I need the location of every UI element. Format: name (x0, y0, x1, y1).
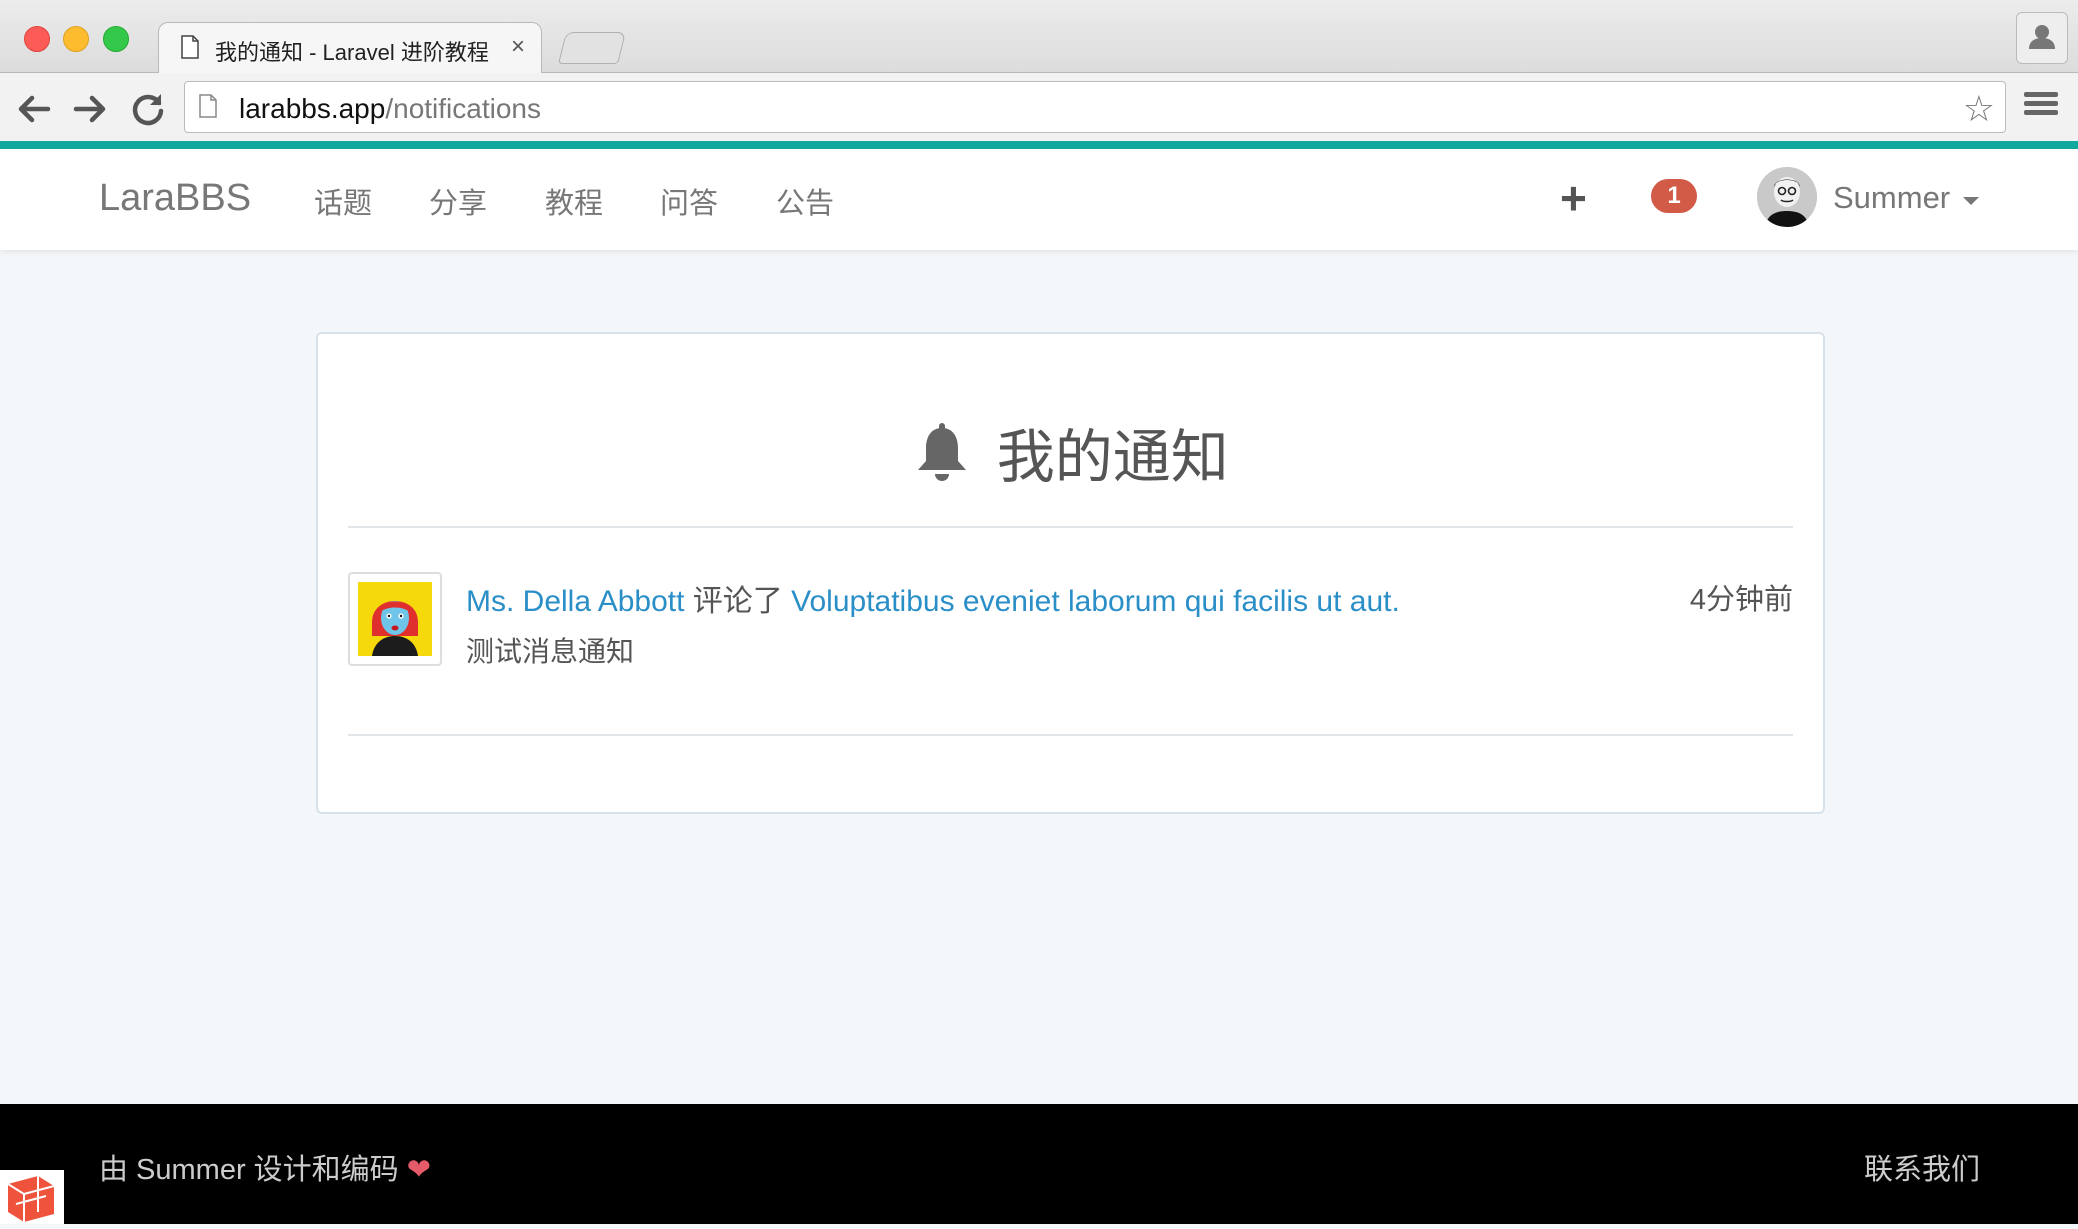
browser-chrome: 我的通知 - Laravel 进阶教程 × larabbs.app/notifi… (0, 0, 2078, 149)
page-title: 我的通知 (996, 425, 1229, 490)
site-navbar: LaraBBS 话题 分享 教程 问答 公告 + 1 Summer (0, 149, 2078, 250)
notification-text: Ms. Della Abbott 评论了 Voluptatibus evenie… (466, 576, 1400, 620)
notifications-panel: 我的通知 Ms. Della Abbott 评论了 Voluptatibus e… (316, 332, 1825, 814)
new-tab-button[interactable] (558, 32, 626, 64)
browser-menu-icon[interactable] (2024, 88, 2058, 122)
notification-action: 评论了 (692, 585, 783, 618)
tab-close-icon[interactable]: × (511, 33, 525, 61)
forward-arrow-icon[interactable] (70, 89, 110, 129)
user-name[interactable]: Summer (1833, 180, 1950, 216)
document-icon (181, 35, 199, 59)
profile-button[interactable] (2016, 12, 2068, 64)
notifier-avatar[interactable] (348, 572, 442, 666)
notification-message: 测试消息通知 (466, 636, 635, 667)
nav-item-qa[interactable]: 问答 (660, 180, 718, 222)
footer-credit-text: 由 Summer 设计和编码 (99, 1154, 399, 1186)
person-icon (2029, 25, 2055, 49)
page-icon (199, 94, 217, 118)
panel-heading: 我的通知 (318, 410, 1823, 494)
tab-strip: 我的通知 - Laravel 进阶教程 × (0, 0, 2078, 74)
topic-link[interactable]: Voluptatibus eveniet laborum qui facilis… (791, 585, 1400, 618)
footer-credit: 由 Summer 设计和编码 ❤ (99, 1146, 431, 1188)
browser-tab[interactable]: 我的通知 - Laravel 进阶教程 × (158, 22, 542, 74)
back-arrow-icon[interactable] (14, 89, 54, 129)
bell-icon (918, 423, 967, 481)
user-avatar[interactable] (1757, 167, 1817, 227)
corner-logo (0, 1170, 64, 1224)
notification-time: 4分钟前 (1689, 584, 1793, 616)
bookmark-star-icon[interactable]: ☆ (1963, 88, 1995, 130)
site-brand[interactable]: LaraBBS (99, 177, 251, 220)
close-window-button[interactable] (24, 26, 50, 52)
laravel-logo-icon (7, 1176, 55, 1222)
user-avatar-image (1757, 167, 1817, 227)
user-dropdown-caret-icon[interactable] (1963, 197, 1979, 205)
accent-bar (0, 141, 2078, 149)
notification-badge[interactable]: 1 (1651, 179, 1697, 213)
notifier-name-link[interactable]: Ms. Della Abbott (466, 585, 684, 618)
heart-icon: ❤ (406, 1154, 432, 1186)
url-path: /notifications (385, 93, 541, 124)
tab-title: 我的通知 - Laravel 进阶教程 (215, 40, 489, 65)
heading-divider (348, 526, 1793, 528)
nav-item-topics[interactable]: 话题 (314, 180, 372, 222)
address-bar[interactable]: larabbs.app/notifications ☆ (184, 81, 2006, 133)
reload-icon[interactable] (128, 89, 168, 129)
nav-item-announcements[interactable]: 公告 (776, 180, 834, 222)
site-footer: 由 Summer 设计和编码 ❤ 联系我们 (0, 1104, 2078, 1224)
nav-item-share[interactable]: 分享 (429, 180, 487, 222)
url-host: larabbs.app (239, 93, 386, 124)
nav-item-tutorials[interactable]: 教程 (545, 180, 603, 222)
url-text: larabbs.app/notifications (239, 93, 541, 125)
notifier-avatar-image (358, 582, 432, 656)
maximize-window-button[interactable] (103, 26, 129, 52)
list-bottom-divider (348, 734, 1793, 736)
create-topic-plus-icon[interactable]: + (1560, 171, 1587, 225)
contact-us-link[interactable]: 联系我们 (1864, 1146, 1980, 1188)
minimize-window-button[interactable] (63, 26, 89, 52)
